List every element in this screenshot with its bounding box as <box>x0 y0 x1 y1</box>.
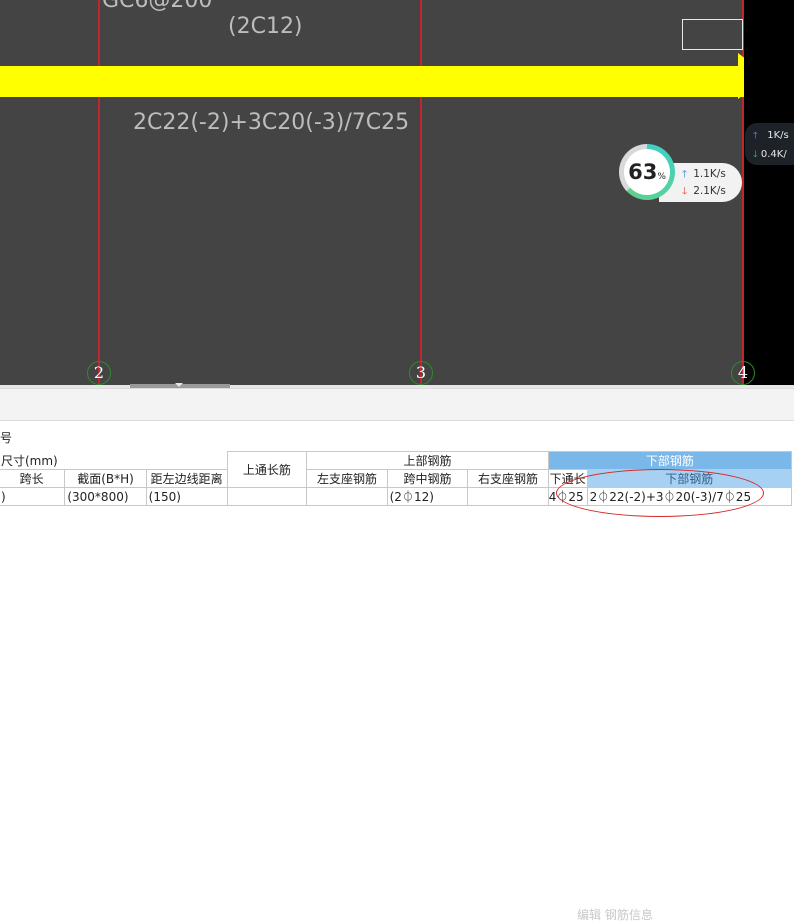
header-right-support[interactable]: 右支座钢筋 <box>467 469 549 488</box>
header-span[interactable]: 跨长 <box>0 469 66 488</box>
black-margin <box>744 0 794 385</box>
axis-line-2 <box>98 0 100 385</box>
panel-label: 号 <box>0 431 13 445</box>
download-speed-value: 2.1K/s <box>693 185 726 197</box>
size-group-header: 尺寸(mm) <box>0 451 228 470</box>
mini-upload: 🡑 1K/s <box>753 128 789 144</box>
red-annotation-ellipse <box>556 469 764 517</box>
header-top-group: 上部钢筋 <box>306 451 549 470</box>
progress-ring-center: 63% <box>624 149 670 195</box>
axis-line-3 <box>420 0 422 385</box>
progress-ring: 63% <box>619 144 675 200</box>
cell-mid-span[interactable]: (2⏀12) <box>386 487 469 506</box>
percent-value: 63 <box>628 160 658 184</box>
mini-download-value: 0.4K/ <box>760 149 787 160</box>
header-top-through[interactable]: 上通长筋 <box>226 451 308 488</box>
cell-edge-distance[interactable]: (150) <box>145 487 228 506</box>
panel-toolbar <box>0 388 794 421</box>
header-section[interactable]: 截面(B*H) <box>64 469 147 488</box>
mini-upload-value: 1K/s <box>767 130 789 141</box>
cell-span[interactable]: ) <box>0 487 66 506</box>
arrow-down-icon: 🡓 <box>682 186 688 197</box>
top-rebar-annotation: GC6@200 <box>102 0 213 13</box>
cell-top-through[interactable] <box>226 487 308 506</box>
cell-left-support[interactable] <box>306 487 388 506</box>
arrow-up-icon: 🡑 <box>753 131 758 141</box>
beam-highlight[interactable] <box>0 66 744 97</box>
upload-speed: 🡑 1.1K/s <box>682 167 726 184</box>
bottom-rebar-annotation: 2C22(-2)+3C20(-3)/7C25 <box>133 110 410 135</box>
percent-unit: % <box>657 172 666 182</box>
arrow-up-icon: 🡑 <box>682 169 688 180</box>
mini-speed-widget[interactable]: 🡑 1K/s 🡓 0.4K/ <box>745 123 794 165</box>
header-edge-distance[interactable]: 距左边线距离 <box>145 469 228 488</box>
cell-right-support[interactable] <box>467 487 549 506</box>
cell-section[interactable]: (300*800) <box>64 487 147 506</box>
upload-speed-value: 1.1K/s <box>693 168 726 180</box>
network-speed-widget[interactable]: 63% 🡑 1.1K/s 🡓 2.1K/s <box>619 142 742 202</box>
selection-box <box>682 19 743 50</box>
mini-download: 🡓 0.4K/ <box>753 147 787 163</box>
header-left-support[interactable]: 左支座钢筋 <box>306 469 388 488</box>
arrow-down-icon: 🡓 <box>753 150 758 160</box>
waist-rebar-annotation: (2C12) <box>228 14 303 39</box>
axis-marker-2: 2 <box>87 361 111 385</box>
collapse-arrow-icon[interactable] <box>175 383 183 387</box>
axis-marker-4: 4 <box>731 361 755 385</box>
download-speed: 🡓 2.1K/s <box>682 184 726 201</box>
header-bottom-group: 下部钢筋 <box>547 451 793 470</box>
axis-marker-3: 3 <box>409 361 433 385</box>
header-mid-span[interactable]: 跨中钢筋 <box>386 469 469 488</box>
faint-hint-text: 编辑 钢筋信息 <box>577 908 653 922</box>
